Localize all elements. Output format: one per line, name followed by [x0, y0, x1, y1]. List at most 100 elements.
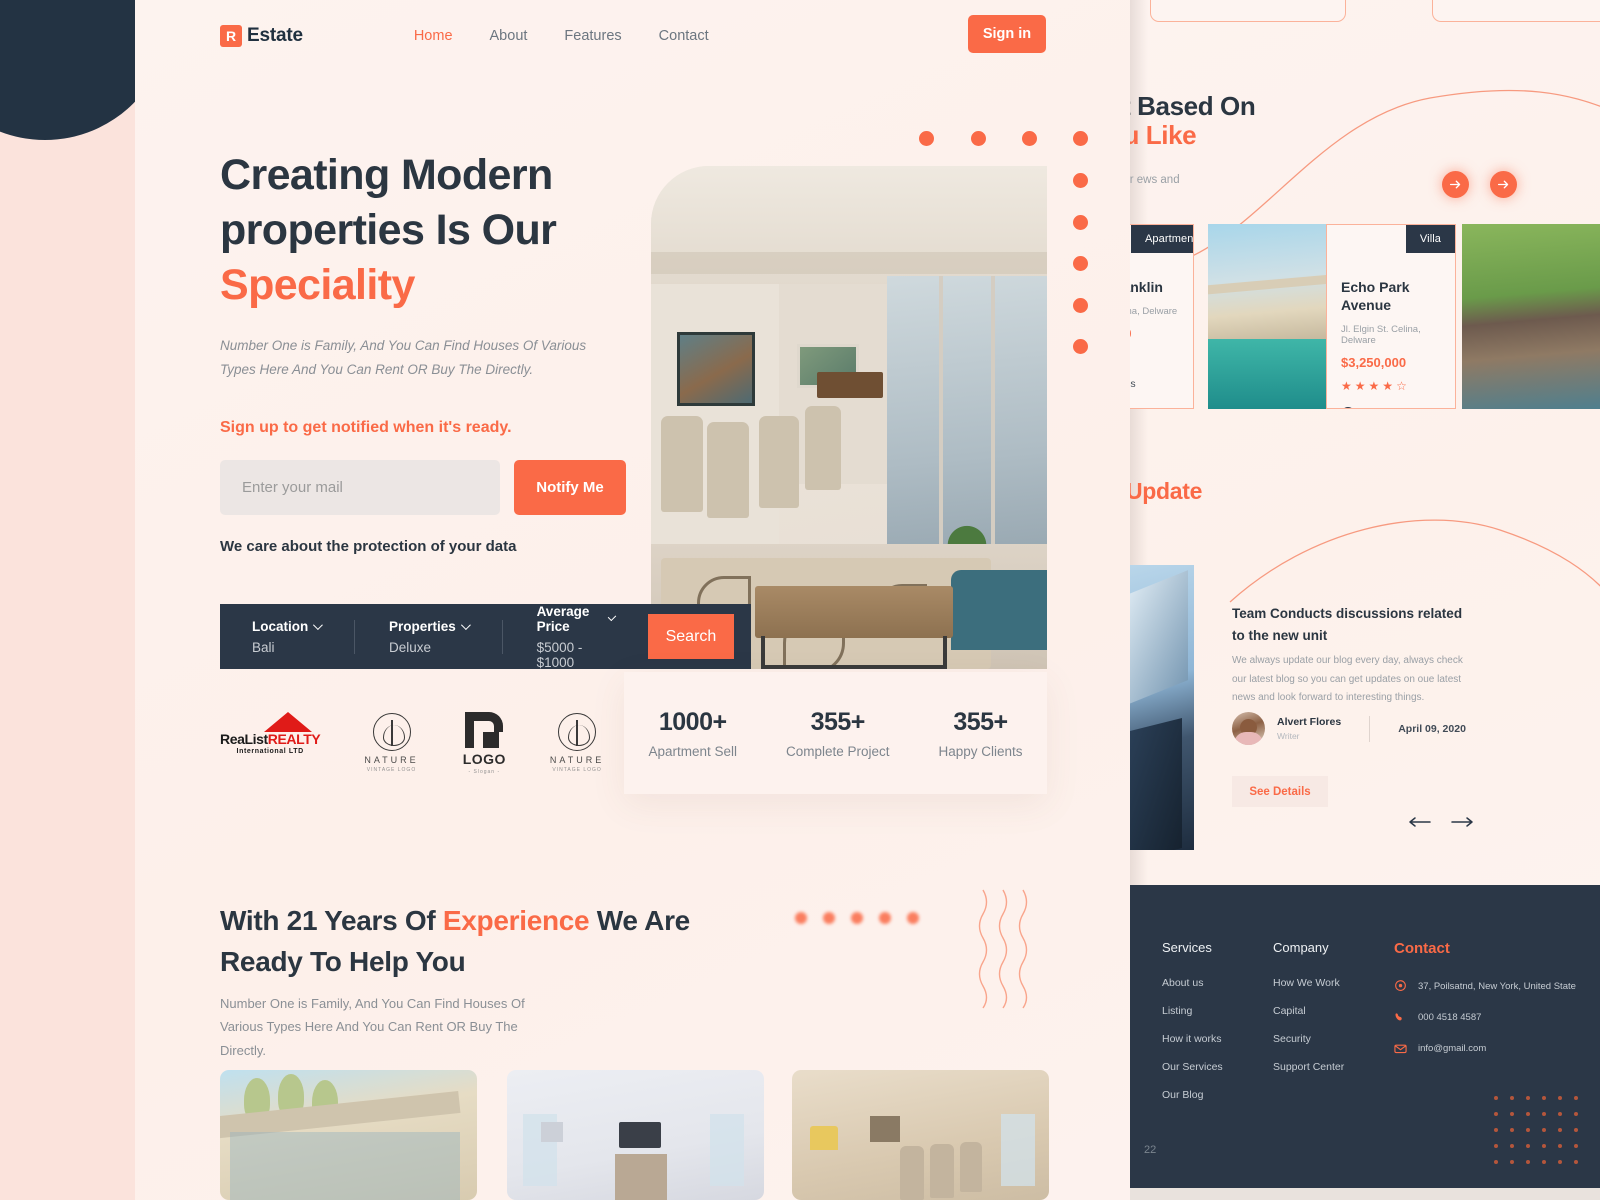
property-view-details[interactable]: View Details [1341, 406, 1441, 408]
nav-link-home[interactable]: Home [414, 28, 453, 44]
brand-logo[interactable]: R Estate [220, 25, 303, 47]
experience-title-a: With 21 Years Of [220, 905, 443, 936]
search-button[interactable]: Search [647, 614, 734, 659]
experience-title-accent: Experience [442, 905, 590, 936]
property-card-echo-park[interactable]: Villa Echo Park Avenue Jl. Elgin St. Cel… [1326, 224, 1456, 409]
footer-contact-email[interactable]: info@gmail.com [1394, 1041, 1576, 1056]
nav-link-features[interactable]: Features [564, 28, 621, 44]
hero-title-accent: Speciality [220, 261, 415, 310]
property-tag: Apartment [1131, 225, 1193, 253]
footer-dot [1510, 1112, 1514, 1116]
property-price: 00 [1130, 326, 1193, 341]
hero-subtitle: Number One is Family, And You Can Find H… [220, 338, 587, 377]
hero-title-line1: Creating Modern [220, 151, 553, 199]
carousel-prev-button[interactable] [1442, 171, 1469, 198]
arrow-right-icon[interactable] [1450, 816, 1474, 828]
avatar [1232, 712, 1265, 745]
hero-interior-image [651, 166, 1047, 669]
nature-leaf-icon [372, 713, 411, 751]
footer-link-our-blog[interactable]: Our Blog [1162, 1089, 1223, 1101]
footer-contact-phone[interactable]: 000 4518 4587 [1394, 1010, 1576, 1025]
house-roof-icon [264, 712, 312, 732]
blog-date: April 09, 2020 [1398, 722, 1466, 735]
property-view-details[interactable]: tails [1130, 378, 1193, 390]
footer-column-services: Services About us Listing How it works O… [1162, 940, 1223, 1117]
property-thumb-2[interactable] [507, 1070, 764, 1200]
h-monogram-icon [465, 711, 504, 748]
footer-dot [1510, 1096, 1514, 1100]
partner-logo-nature-2: NATURE VINTAGE LOGO [550, 713, 604, 773]
nav-link-about[interactable]: About [490, 28, 528, 44]
property-price: $3,250,000 [1341, 354, 1407, 370]
experience-subtitle: Number One is Family, And You Can Find H… [220, 996, 525, 1058]
property-search-bar: Location Bali Properties Deluxe Average … [220, 604, 751, 670]
chevron-down-icon [313, 619, 324, 630]
brand-name: Estate [247, 25, 303, 46]
stats-card: 1000+ Apartment Sell 355+ Complete Proje… [624, 672, 1047, 794]
search-field-location[interactable]: Location Bali [220, 619, 354, 655]
footer-link-capital[interactable]: Capital [1273, 1005, 1344, 1017]
carousel-next-button[interactable] [1490, 171, 1517, 198]
footer-dot [1494, 1112, 1498, 1116]
footer-column-heading: Services [1162, 940, 1212, 955]
author-name: Alvert Flores [1277, 716, 1342, 728]
search-field-properties[interactable]: Properties Deluxe [355, 619, 502, 655]
notify-me-button[interactable]: Notify Me [514, 460, 626, 515]
footer-link-our-services[interactable]: Our Services [1162, 1061, 1223, 1073]
search-field-price[interactable]: Average Price $5000 - $1000 [503, 604, 648, 670]
partner-logo-realist: ReaListREALTY International LTD [220, 712, 321, 755]
arrow-left-icon[interactable] [1408, 816, 1432, 828]
footer-link-support-center[interactable]: Support Center [1273, 1061, 1344, 1073]
nav-link-contact[interactable]: Contact [659, 28, 709, 44]
footer-dot [1494, 1144, 1498, 1148]
footer-column-contact: Contact 37, Poilsatnd, New York, United … [1394, 940, 1576, 1073]
decorative-wave-lines [978, 889, 1028, 1009]
location-icon [1395, 980, 1406, 991]
stat-label: Happy Clients [938, 743, 1023, 759]
footer-dot [1574, 1112, 1578, 1116]
nav-links: Home About Features Contact [414, 28, 709, 44]
property-image-villa [1208, 224, 1326, 409]
star-icon: ★ [1382, 378, 1394, 393]
chevron-down-icon [460, 619, 471, 630]
stat-label: Complete Project [785, 743, 890, 759]
property-tag: Villa [1405, 225, 1455, 253]
stat-apartment-sell: 1000+ Apartment Sell [648, 708, 737, 759]
property-card-franklin[interactable]: Apartment ranklin elina, Delware 00 ☆ ta… [1130, 224, 1194, 409]
footer-link-about-us[interactable]: About us [1162, 977, 1223, 989]
property-view-details-label: tails [1130, 377, 1136, 390]
blog-carousel-nav [1408, 816, 1474, 828]
signin-button[interactable]: Sign in [968, 15, 1046, 53]
footer-link-listing[interactable]: Listing [1162, 1005, 1223, 1017]
footer-dot [1558, 1112, 1562, 1116]
see-details-button[interactable]: See Details [1232, 776, 1328, 807]
search-field-location-value: Bali [252, 639, 275, 655]
stat-label: Apartment Sell [648, 743, 738, 759]
top-card-left: Learn More [1150, 0, 1346, 22]
footer-contact-email-text: info@gmail.com [1418, 1043, 1487, 1055]
footer-contact-address: 37, Poilsatnd, New York, United State [1394, 979, 1576, 994]
experience-title-b: We Are [589, 905, 690, 936]
search-field-price-value: $5000 - $1000 [536, 639, 583, 670]
partner-logo-nature-2-name: NATURE [549, 755, 605, 765]
partner-logo-generic-slogan: - Slogan - [468, 768, 501, 775]
property-thumb-3[interactable] [792, 1070, 1049, 1200]
email-input[interactable] [220, 460, 500, 515]
footer-dot [1510, 1128, 1514, 1132]
footer-dot [1542, 1160, 1546, 1164]
footer-dot [1526, 1096, 1530, 1100]
mail-icon [1394, 1044, 1407, 1054]
blog-excerpt: We always update our blog every day, alw… [1232, 655, 1463, 703]
blog-author-row: Alvert Flores Writer April 09, 2020 [1232, 712, 1466, 745]
property-thumb-1[interactable] [220, 1070, 477, 1200]
footer-link-how-it-works[interactable]: How it works [1162, 1033, 1223, 1045]
secondary-artboard: Learn More st Based On ou Like k our ews… [1130, 0, 1600, 1200]
partner-logos: ReaListREALTY International LTD NATURE V… [220, 703, 640, 783]
arrow-circle-icon [1341, 406, 1355, 408]
footer-link-security[interactable]: Security [1273, 1033, 1344, 1045]
screenshot-root: R Estate Home About Features Contact Sig… [0, 0, 1600, 1200]
footer-link-how-we-work[interactable]: How We Work [1273, 977, 1344, 989]
star-icon: ★ [1368, 378, 1380, 393]
footer-dot [1574, 1128, 1578, 1132]
property-address: Jl. Elgin St. Celina, Delware [1341, 323, 1421, 346]
